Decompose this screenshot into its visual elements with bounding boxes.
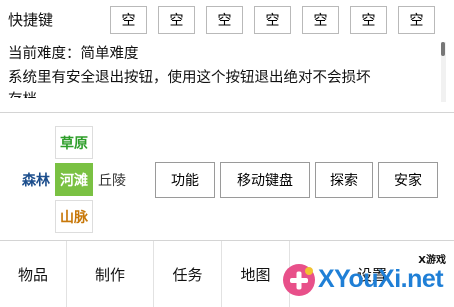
map-east[interactable]: 丘陵 — [93, 163, 131, 196]
hotkey-slot-4[interactable]: 空 — [254, 6, 291, 34]
message-line: 系统里有安全退出按钮，使用这个按钮退出绝对不会损坏 — [8, 70, 371, 86]
map-current-location[interactable]: 河滩 — [55, 163, 93, 196]
hotkey-bar: 快捷键 空 空 空 空 空 空 空 — [0, 0, 454, 38]
tab-settings[interactable]: 设置 — [290, 241, 454, 307]
message-log[interactable]: 当前难度：简单难度 系统里有安全退出按钮，使用这个按钮退出绝对不会损坏 存档 — [0, 38, 454, 98]
map-south[interactable]: 山脉 — [55, 200, 93, 233]
message-line: 存档 — [8, 88, 37, 98]
hotkey-slot-1[interactable]: 空 — [110, 6, 147, 34]
hotkey-label: 快捷键 — [8, 11, 54, 29]
scroll-thumb[interactable] — [441, 42, 445, 56]
home-button[interactable]: 安家 — [378, 162, 438, 198]
tab-craft[interactable]: 制作 — [67, 241, 154, 307]
tab-tasks[interactable]: 任务 — [154, 241, 222, 307]
function-button[interactable]: 功能 — [155, 162, 215, 198]
hotkey-slot-6[interactable]: 空 — [350, 6, 387, 34]
map-west[interactable]: 森林 — [17, 163, 55, 196]
map-north[interactable]: 草原 — [55, 126, 93, 159]
divider — [0, 112, 454, 113]
explore-button[interactable]: 探索 — [315, 162, 373, 198]
bottom-nav: 物品 制作 任务 地图 设置 — [0, 240, 454, 307]
hotkey-slot-5[interactable]: 空 — [302, 6, 339, 34]
difficulty-text: 当前难度：简单难度 — [8, 46, 139, 62]
move-keyboard-button[interactable]: 移动键盘 — [220, 162, 310, 198]
hotkey-slot-3[interactable]: 空 — [206, 6, 243, 34]
tab-items[interactable]: 物品 — [0, 241, 67, 307]
hotkey-slot-7[interactable]: 空 — [398, 6, 435, 34]
hotkey-slot-2[interactable]: 空 — [158, 6, 195, 34]
tab-map[interactable]: 地图 — [222, 241, 290, 307]
